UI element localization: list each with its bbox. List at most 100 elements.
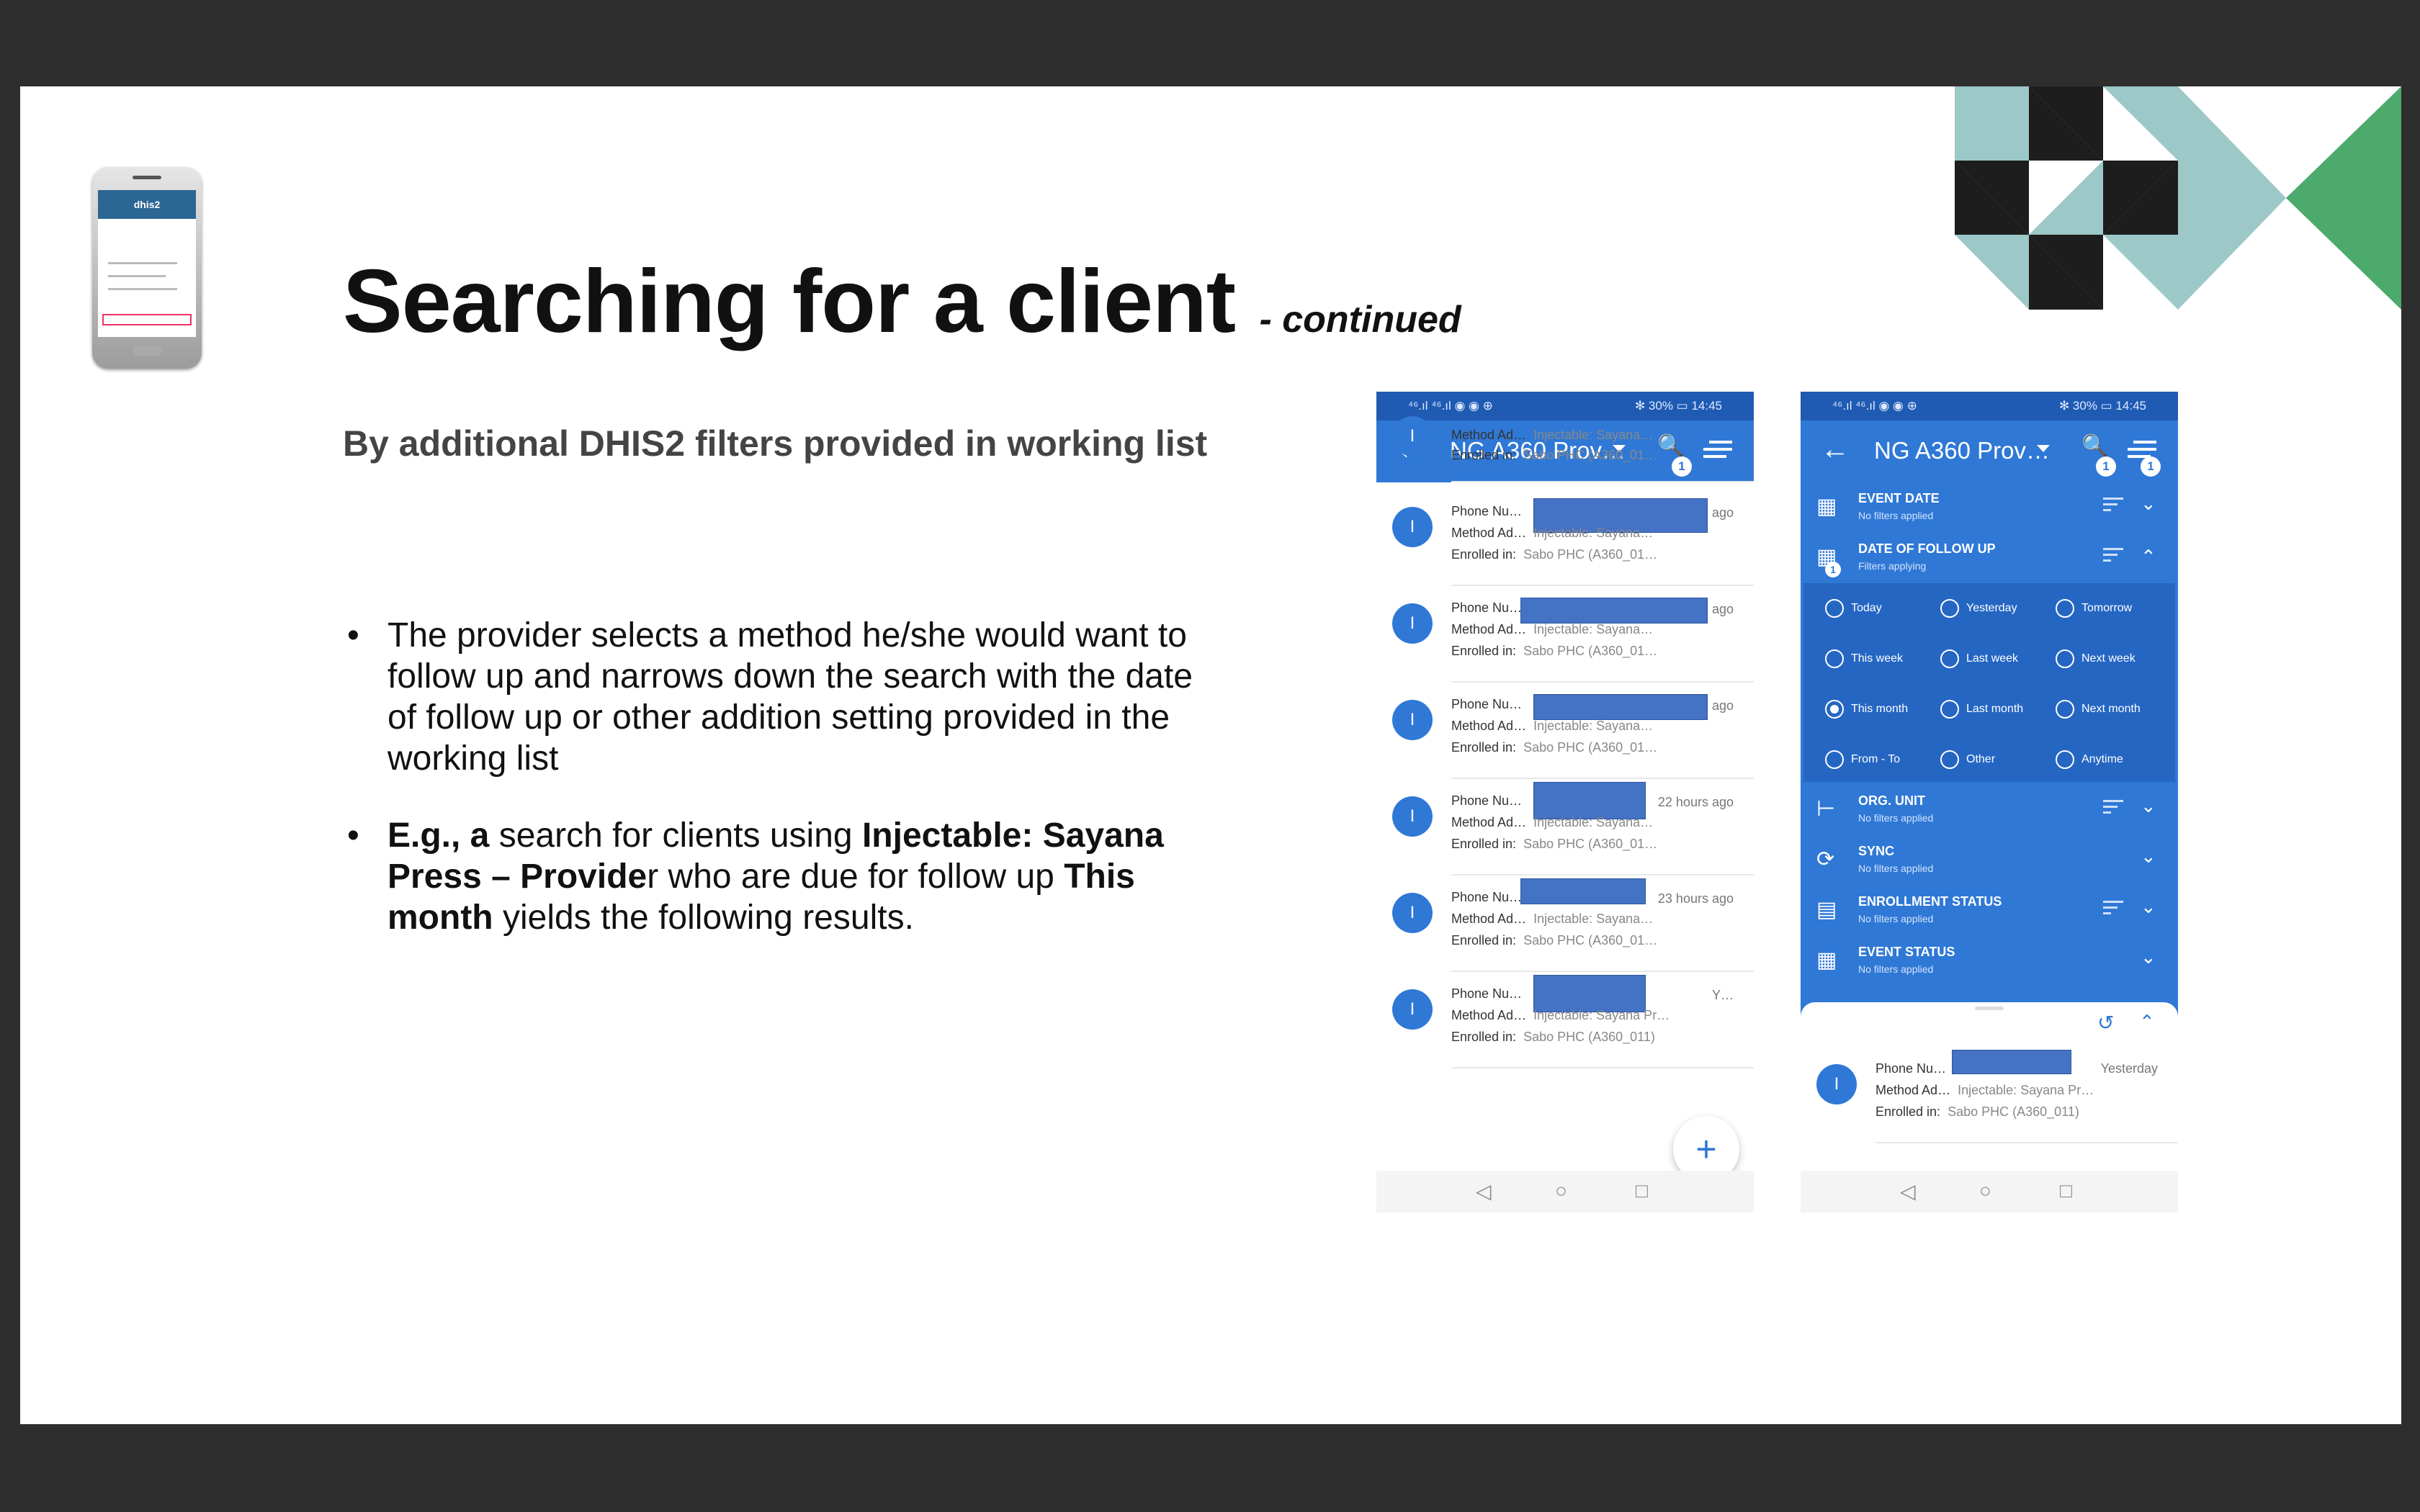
bullet-list: • The provider selects a method he/she w… — [343, 615, 1207, 974]
redacted-phone-number — [1533, 782, 1646, 819]
radio-icon — [1825, 750, 1844, 769]
battery-time: ✻ 30% ▭ 14:45 — [2058, 399, 2146, 413]
filter-status: No filters applied — [1858, 812, 1934, 824]
status-bar: ⁴⁶.ıl ⁴⁶.ıl ◉ ◉ ⊕ ✻ 30% ▭ 14:45 — [1376, 392, 1754, 420]
avatar: I — [1392, 893, 1433, 933]
chevron-up-icon[interactable]: ⌃ — [2139, 1011, 2155, 1033]
filter-enrollment-status[interactable]: ▤ ENROLLMENT STATUS No filters applied ⌄ — [1801, 886, 2178, 936]
signal-icons: ⁴⁶.ıl ⁴⁶.ıl ◉ ◉ ⊕ — [1832, 399, 1917, 413]
phone-line: Phone Nu… — [1451, 793, 1523, 808]
method-line: Method Ad… Injectable: Sayana Pr… — [1876, 1083, 2094, 1097]
chevron-down-icon[interactable]: ⌄ — [2141, 795, 2156, 817]
phone-screenshot-filters: ⁴⁶.ıl ⁴⁶.ıl ◉ ◉ ⊕ ✻ 30% ▭ 14:45 ← NG A36… — [1801, 392, 2178, 1212]
enrolled-line: Enrolled in: Sabo PHC (A360_01… — [1451, 547, 1658, 562]
bullet-marker: • — [347, 816, 359, 855]
program-title[interactable]: NG A360 Prov… — [1874, 435, 2050, 467]
thumbnail-logo: dhis2 — [98, 190, 196, 219]
chevron-down-icon[interactable]: ⌄ — [2141, 946, 2156, 968]
back-arrow-icon[interactable]: ← — [1821, 435, 1850, 464]
phone-line: Phone Nu… — [1876, 1061, 1947, 1076]
nav-back-icon[interactable]: ◁ — [1900, 1179, 1916, 1203]
calendar-icon: ▦ — [1816, 495, 1837, 518]
list-item[interactable]: I Method Ad… Injectable: Sayana… Enrolle… — [1376, 416, 1754, 482]
chevron-up-icon[interactable]: ⌃ — [2141, 546, 2156, 568]
bullet-item-1: • The provider selects a method he/she w… — [343, 615, 1207, 779]
filter-sync[interactable]: ⟳ SYNC No filters applied ⌄ — [1801, 835, 2178, 886]
list-item[interactable]: I Phone Nu… Y… Method Ad… Injectable: Sa… — [1376, 972, 1754, 1068]
sheet-handle[interactable] — [1975, 1007, 2004, 1010]
nav-home-icon[interactable]: ○ — [1979, 1179, 1991, 1202]
result-list-item[interactable]: I Phone Nu… Yesterday Method Ad… Injecta… — [1801, 1047, 2178, 1143]
nav-recent-icon[interactable]: □ — [2060, 1179, 2072, 1202]
filter-panel: ▦ EVENT DATE No filters applied ⌄ ▦ 1 DA… — [1801, 482, 2178, 1056]
chevron-down-icon[interactable]: ⌄ — [2141, 492, 2156, 515]
chevron-down-icon[interactable]: ⌄ — [2141, 896, 2156, 918]
list-item[interactable]: I Phone Nu… 22 hours ago Method Ad… Inje… — [1376, 779, 1754, 876]
android-nav-bar: ◁ ○ □ — [1801, 1171, 2178, 1212]
slide: dhis2 Searching for a client - continued… — [20, 86, 2401, 1424]
subtitle: By additional DHIS2 filters provided in … — [343, 423, 1208, 464]
sort-icon[interactable] — [2103, 494, 2123, 515]
phone-home-key — [133, 346, 161, 356]
filter-title: ORG. UNIT — [1858, 793, 1925, 808]
filter-event-status[interactable]: ▦ EVENT STATUS No filters applied ⌄ — [1801, 936, 2178, 986]
bullet-text: r who are due for follow up — [647, 858, 1065, 896]
list-item[interactable]: I Phone Nu… ago Method Ad… Injectable: S… — [1376, 490, 1754, 586]
radio-icon — [2056, 700, 2074, 719]
dropdown-caret-icon[interactable] — [2037, 445, 2050, 452]
list-item[interactable]: I Phone Nu… ago Method Ad… Injectable: S… — [1376, 586, 1754, 683]
radio-icon — [2056, 750, 2074, 769]
reset-filters-icon[interactable]: ↺ — [2097, 1011, 2114, 1035]
enrolled-line: Enrolled in: Sabo PHC (A360_01… — [1451, 740, 1658, 755]
filter-count-badge: 1 — [1825, 562, 1841, 577]
radio-icon — [1940, 599, 1959, 618]
avatar: I — [1392, 796, 1433, 837]
nav-back-icon[interactable]: ◁ — [1476, 1179, 1492, 1203]
radio-selected-icon — [1825, 700, 1844, 719]
filter-status: No filters applied — [1858, 963, 1934, 975]
filter-title: EVENT DATE — [1858, 491, 1940, 505]
status-bar: ⁴⁶.ıl ⁴⁶.ıl ◉ ◉ ⊕ ✻ 30% ▭ 14:45 — [1801, 392, 2178, 420]
enrolled-line: Enrolled in: Sabo PHC (A360_01… — [1451, 448, 1658, 462]
bullet-bold: E.g., a — [387, 816, 490, 855]
timestamp: 23 hours ago — [1657, 891, 1734, 906]
sync-icon: ⟳ — [1816, 847, 1835, 871]
redacted-phone-number — [1520, 598, 1708, 624]
filter-status: Filters applying — [1858, 560, 1927, 572]
enrolled-line: Enrolled in: Sabo PHC (A360_01… — [1451, 837, 1658, 851]
filter-org-unit[interactable]: ⊢ ORG. UNIT No filters applied ⌄ — [1801, 785, 2178, 835]
org-tree-icon: ⊢ — [1816, 797, 1836, 821]
nav-home-icon[interactable]: ○ — [1555, 1179, 1567, 1202]
thumbnail-line — [108, 262, 177, 264]
enrolled-line: Enrolled in: Sabo PHC (A360_011) — [1451, 1030, 1655, 1044]
filter-status: No filters applied — [1858, 913, 1934, 924]
chevron-down-icon[interactable]: ⌄ — [2141, 845, 2156, 868]
phone-line: Phone Nu… — [1451, 504, 1523, 518]
search-badge: 1 — [2096, 456, 2116, 477]
sort-icon[interactable] — [2103, 897, 2123, 918]
method-line: Method Ad… Injectable: Sayana… — [1451, 428, 1654, 442]
search-icon[interactable]: 🔍 — [2081, 433, 2108, 459]
filter-status: No filters applied — [1858, 510, 1934, 521]
list-item[interactable]: I Phone Nu… ago Method Ad… Injectable: S… — [1376, 683, 1754, 779]
sort-icon[interactable] — [2103, 796, 2123, 817]
calendar-question-icon: ▦ — [1816, 948, 1837, 972]
filter-badge: 1 — [2141, 456, 2161, 477]
bullet-text: yields the following results. — [493, 899, 914, 937]
method-line: Method Ad… Injectable: Sayana… — [1451, 526, 1654, 540]
sort-icon[interactable] — [2103, 544, 2123, 565]
list-item[interactable]: I Phone Nu… 23 hours ago Method Ad… Inje… — [1376, 876, 1754, 972]
method-line: Method Ad… Injectable: Sayana… — [1451, 815, 1654, 829]
enrolled-line: Enrolled in: Sabo PHC (A360_01… — [1451, 644, 1658, 658]
decorative-pattern — [1955, 86, 2401, 310]
method-line: Method Ad… Injectable: Sayana Pr… — [1451, 1008, 1670, 1022]
enrolled-line: Enrolled in: Sabo PHC (A360_011) — [1876, 1104, 2079, 1119]
radio-icon — [1825, 649, 1844, 668]
filter-date-of-follow-up[interactable]: ▦ 1 DATE OF FOLLOW UP Filters applying ⌃ — [1801, 533, 2178, 583]
filter-event-date[interactable]: ▦ EVENT DATE No filters applied ⌄ — [1801, 482, 2178, 533]
nav-recent-icon[interactable]: □ — [1636, 1179, 1648, 1202]
thumbnail-line — [108, 288, 177, 290]
method-line: Method Ad… Injectable: Sayana… — [1451, 719, 1654, 733]
bullet-marker: • — [347, 616, 359, 654]
avatar: I — [1392, 507, 1433, 547]
